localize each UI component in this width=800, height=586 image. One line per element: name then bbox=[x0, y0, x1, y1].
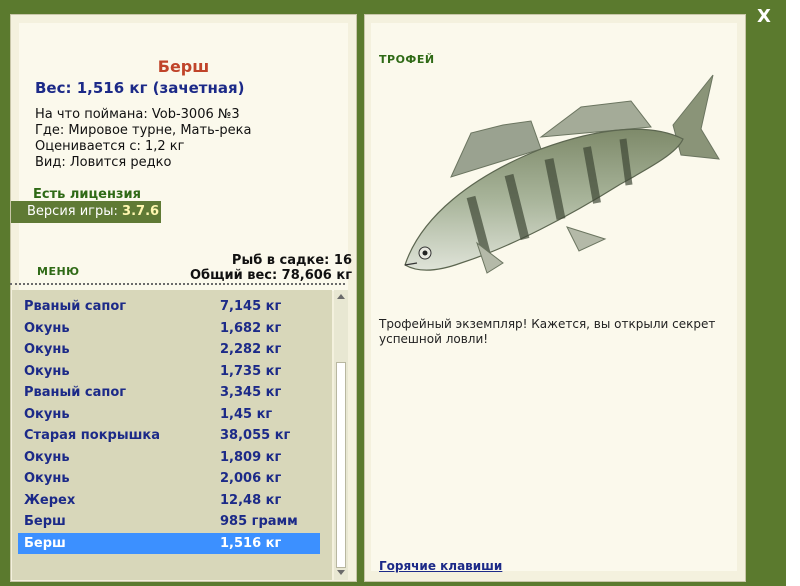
catch-item-weight: 2,282 кг bbox=[220, 342, 282, 357]
catch-item-name: Окунь bbox=[24, 471, 70, 486]
catch-item-name: Окунь bbox=[24, 320, 70, 336]
menu-button[interactable]: МЕНЮ bbox=[37, 265, 80, 278]
keepnet-summary: Рыб в садке: 16 Общий вес: 78,606 кг bbox=[190, 253, 352, 283]
catch-item-weight: 1,682 кг bbox=[220, 320, 282, 336]
catch-item-name: Рваный сапог bbox=[24, 299, 127, 314]
trophy-description: Трофейный экземпляр! Кажется, вы открыли… bbox=[379, 317, 716, 346]
trophy-label: ТРОФЕЙ bbox=[379, 53, 435, 66]
fish-details: Берш Вес: 1,516 кг (зачетная) На что пой… bbox=[19, 23, 348, 291]
bait-line: На что поймана: Vob-3006 №3 bbox=[35, 107, 240, 122]
catch-item-weight: 985 грамм bbox=[220, 514, 298, 529]
catch-list-item[interactable]: Окунь 2,282 кг bbox=[18, 339, 320, 360]
zander-fish-image bbox=[404, 74, 720, 274]
keepnet-count: Рыб в садке: 16 bbox=[231, 253, 352, 268]
catch-list-item[interactable]: Берш 985 грамм bbox=[18, 511, 320, 532]
version-badge: Версия игры: 3.7.6 bbox=[11, 201, 161, 223]
catch-item-weight: 12,48 кг bbox=[220, 492, 282, 508]
valuation-line: Оценивается с: 1,2 кг bbox=[35, 139, 185, 154]
separator bbox=[10, 283, 345, 285]
catch-list-item[interactable]: Окунь 1,809 кг bbox=[18, 447, 320, 468]
catch-item-weight: 1,45 кг bbox=[220, 406, 273, 422]
catch-list-scrollbar[interactable] bbox=[334, 290, 348, 580]
catch-item-name: Жерех bbox=[24, 492, 76, 508]
scroll-up-icon[interactable] bbox=[337, 294, 345, 299]
scroll-down-icon[interactable] bbox=[337, 570, 345, 575]
catch-list-item[interactable]: Окунь 2,006 кг bbox=[18, 468, 320, 489]
keepnet-total-weight: Общий вес: 78,606 кг bbox=[189, 268, 352, 283]
catch-list-item[interactable]: Жерех 12,48 кг bbox=[18, 490, 320, 511]
catch-item-name: Окунь bbox=[24, 363, 70, 379]
fish-name: Берш bbox=[157, 57, 210, 76]
catch-list-item[interactable]: Окунь 1,735 кг bbox=[18, 361, 320, 382]
catch-item-weight: 3,345 кг bbox=[220, 385, 282, 400]
catch-item-name: Окунь bbox=[24, 342, 70, 357]
rarity-line: Вид: Ловится редко bbox=[35, 155, 172, 170]
catch-item-weight: 1,735 кг bbox=[220, 363, 282, 379]
catch-list-item[interactable]: Окунь 1,45 кг bbox=[18, 404, 320, 425]
catch-item-name: Берш bbox=[24, 535, 66, 551]
close-button[interactable]: X bbox=[752, 6, 776, 28]
catch-list-item[interactable]: Берш 1,516 кг bbox=[18, 532, 320, 554]
catch-item-weight: 7,145 кг bbox=[220, 299, 282, 314]
catch-item-name: Старая покрышка bbox=[24, 428, 160, 443]
catch-item-weight: 38,055 кг bbox=[220, 428, 291, 443]
trophy-content: ТРОФЕЙ Трофейный экземпляр! Кажется, вы … bbox=[371, 23, 737, 573]
catch-list-item[interactable]: Окунь 1,682 кг bbox=[18, 318, 320, 339]
catch-item-name: Рваный сапог bbox=[24, 385, 127, 400]
scroll-thumb[interactable] bbox=[336, 362, 346, 568]
dialog-frame: X Берш Вес: 1,516 кг (зачетная) На что п… bbox=[0, 0, 786, 586]
fish-weight: Вес: 1,516 кг (зачетная) bbox=[35, 79, 245, 97]
catch-item-weight: 2,006 кг bbox=[220, 471, 282, 486]
catch-item-weight: 1,809 кг bbox=[220, 449, 282, 465]
catch-item-name: Окунь bbox=[24, 449, 70, 465]
version-label: Версия игры: bbox=[27, 204, 118, 219]
hotkeys-link[interactable]: Горячие клавиши bbox=[379, 559, 502, 573]
license-status: Есть лицензия bbox=[33, 187, 141, 202]
location-line: Где: Мировое турне, Мать-река bbox=[35, 123, 252, 138]
catch-item-name: Окунь bbox=[24, 406, 70, 422]
catch-list-item[interactable]: Рваный сапог 3,345 кг bbox=[18, 382, 320, 403]
catch-item-weight: 1,516 кг bbox=[220, 535, 282, 551]
catch-list[interactable]: Рваный сапог 7,145 кг Окунь 1,682 кг Окунь 2,… bbox=[12, 290, 332, 580]
trophy-panel: ТРОФЕЙ Трофейный экземпляр! Кажется, вы … bbox=[364, 14, 746, 582]
catch-list-item[interactable]: Старая покрышка 38,055 кг bbox=[18, 425, 320, 446]
version-value: 3.7.6 bbox=[122, 204, 160, 219]
catch-list-item[interactable]: Рваный сапог 7,145 кг bbox=[18, 296, 320, 317]
catch-item-name: Берш bbox=[24, 514, 66, 529]
